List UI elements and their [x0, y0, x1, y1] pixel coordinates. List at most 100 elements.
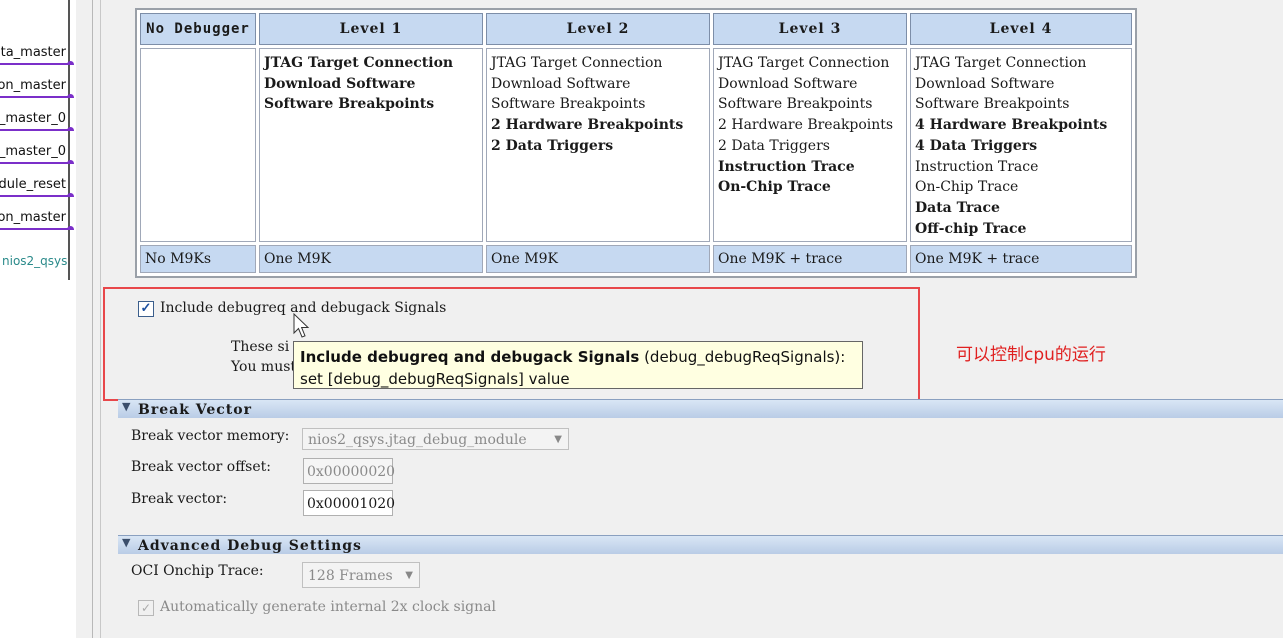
feature-item: On-Chip Trace [915, 179, 1019, 196]
port-label: dule_reset [0, 177, 66, 192]
feature-item: Download Software [491, 75, 631, 92]
feature-item: Instruction Trace [718, 158, 855, 175]
features-cell-no-debugger[interactable] [140, 48, 256, 242]
column-header-level-4[interactable]: Level 4 [910, 13, 1132, 45]
feature-item: 2 Data Triggers [491, 137, 614, 154]
select-value: 128 Frames [308, 568, 393, 584]
table-header-row: No Debugger Level 1 Level 2 Level 3 Leve… [140, 13, 1132, 45]
parameter-tooltip: Include debugreq and debugack Signals (d… [293, 341, 863, 389]
feature-item: 2 Hardware Breakpoints [491, 117, 684, 134]
feature-item: JTAG Target Connection [264, 55, 454, 71]
component-name-label: nios2_qsys [2, 254, 68, 268]
port-row[interactable]: dule_reset [0, 177, 74, 197]
port-row[interactable]: _master_0 [0, 111, 74, 131]
memory-cell[interactable]: One M9K [259, 245, 483, 273]
feature-list: JTAG Target Connection Download Software S… [718, 53, 906, 198]
port-wire [0, 195, 70, 197]
port-wire [0, 129, 70, 131]
features-cell-level-1[interactable]: JTAG Target Connection Download Software S… [259, 48, 483, 242]
port-connector[interactable] [67, 127, 74, 131]
chevron-down-icon: ▼ [554, 434, 562, 445]
memory-cell[interactable]: No M9Ks [140, 245, 256, 273]
features-cell-level-4[interactable]: JTAG Target Connection Download Software S… [910, 48, 1132, 242]
port-row[interactable]: ion_master [0, 78, 74, 98]
port-row[interactable]: _master_0 [0, 144, 74, 164]
port-connector[interactable] [67, 193, 74, 197]
port-label: _master_0 [0, 111, 66, 126]
table-features-row: JTAG Target Connection Download Software S… [140, 48, 1132, 242]
chevron-down-icon: ▼ [405, 570, 413, 581]
port-wire [0, 162, 70, 164]
collapse-triangle-icon[interactable]: ▼ [122, 400, 130, 413]
feature-item: JTAG Target Connection [915, 55, 1087, 71]
port-wire [0, 63, 70, 65]
feature-item: JTAG Target Connection [718, 55, 890, 71]
tooltip-title: Include debugreq and debugack Signals [300, 348, 640, 366]
feature-item: Instruction Trace [915, 158, 1039, 175]
tooltip-param: (debug_debugReqSignals): [644, 348, 846, 366]
feature-item: JTAG Target Connection [491, 55, 663, 71]
debugreq-note-line2: You must [231, 359, 297, 375]
port-row[interactable]: ion_master [0, 210, 74, 230]
pane-divider[interactable] [92, 0, 93, 638]
debugreq-checkbox[interactable]: ✓ [138, 301, 154, 317]
column-header-level-2[interactable]: Level 2 [486, 13, 710, 45]
features-cell-level-3[interactable]: JTAG Target Connection Download Software S… [713, 48, 907, 242]
feature-item: Software Breakpoints [718, 96, 873, 113]
debug-level-table: No Debugger Level 1 Level 2 Level 3 Leve… [135, 8, 1137, 278]
feature-item: 4 Hardware Breakpoints [915, 117, 1108, 134]
port-wire [0, 96, 70, 98]
break-vector-memory-label: Break vector memory: [131, 428, 290, 444]
features-cell-level-2[interactable]: JTAG Target Connection Download Software S… [486, 48, 710, 242]
mouse-cursor-icon [293, 313, 310, 338]
feature-list: JTAG Target Connection Download Software S… [491, 53, 709, 157]
column-header-no-debugger[interactable]: No Debugger [140, 13, 256, 45]
section-header-advanced-debug[interactable]: ▼ Advanced Debug Settings [118, 535, 1283, 554]
oci-onchip-trace-label: OCI Onchip Trace: [131, 563, 264, 579]
port-connector[interactable] [67, 226, 74, 230]
column-header-level-3[interactable]: Level 3 [713, 13, 907, 45]
feature-item: Software Breakpoints [264, 96, 435, 113]
memory-cell[interactable]: One M9K + trace [713, 245, 907, 273]
port-label: ion_master [0, 78, 66, 93]
feature-item: Download Software [915, 75, 1055, 92]
port-row[interactable]: ata_master [0, 45, 74, 65]
feature-item: Download Software [264, 75, 416, 92]
port-label: ion_master [0, 210, 66, 225]
schematic-panel: ata_master ion_master _master_0 _master_… [0, 0, 76, 638]
oci-onchip-trace-select[interactable]: 128 Frames ▼ [302, 562, 420, 588]
section-header-break-vector[interactable]: ▼ Break Vector [118, 399, 1283, 418]
port-label: _master_0 [0, 144, 66, 159]
break-vector-offset-label: Break vector offset: [131, 459, 271, 475]
feature-item: 2 Data Triggers [718, 137, 830, 154]
break-vector-memory-select[interactable]: nios2_qsys.jtag_debug_module ▼ [302, 428, 569, 450]
tooltip-line1: Include debugreq and debugack Signals (d… [300, 346, 856, 368]
feature-list: JTAG Target Connection Download Software S… [915, 53, 1131, 239]
chinese-annotation-text: 可以控制cpu的运行 [956, 345, 1106, 365]
port-connector[interactable] [67, 61, 74, 65]
feature-item: Software Breakpoints [915, 96, 1070, 113]
port-wire [0, 228, 70, 230]
port-connector[interactable] [67, 94, 74, 98]
tooltip-line2: set [debug_debugReqSignals] value [300, 370, 570, 388]
break-vector-field[interactable]: 0x00001020 [303, 490, 395, 516]
port-label: ata_master [0, 45, 66, 60]
break-vector-label: Break vector: [131, 491, 228, 507]
feature-list: JTAG Target Connection Download Software S… [264, 53, 482, 115]
feature-item: 2 Hardware Breakpoints [718, 117, 894, 134]
auto-clock-label[interactable]: Automatically generate internal 2x clock… [160, 599, 496, 615]
auto-clock-checkbox[interactable]: ✓ [138, 600, 154, 616]
select-value: nios2_qsys.jtag_debug_module [308, 432, 527, 448]
section-title: Advanced Debug Settings [138, 538, 362, 554]
component-edge [68, 0, 70, 280]
memory-cell[interactable]: One M9K [486, 245, 710, 273]
memory-cell[interactable]: One M9K + trace [910, 245, 1132, 273]
collapse-triangle-icon[interactable]: ▼ [122, 536, 130, 549]
break-vector-offset-field[interactable]: 0x00000020 [303, 458, 395, 484]
port-connector[interactable] [67, 160, 74, 164]
feature-item: Data Trace [915, 199, 1000, 216]
debugreq-note-line1: These si [231, 339, 290, 355]
feature-item: On-Chip Trace [718, 179, 831, 196]
column-header-level-1[interactable]: Level 1 [259, 13, 483, 45]
section-title: Break Vector [138, 402, 252, 418]
